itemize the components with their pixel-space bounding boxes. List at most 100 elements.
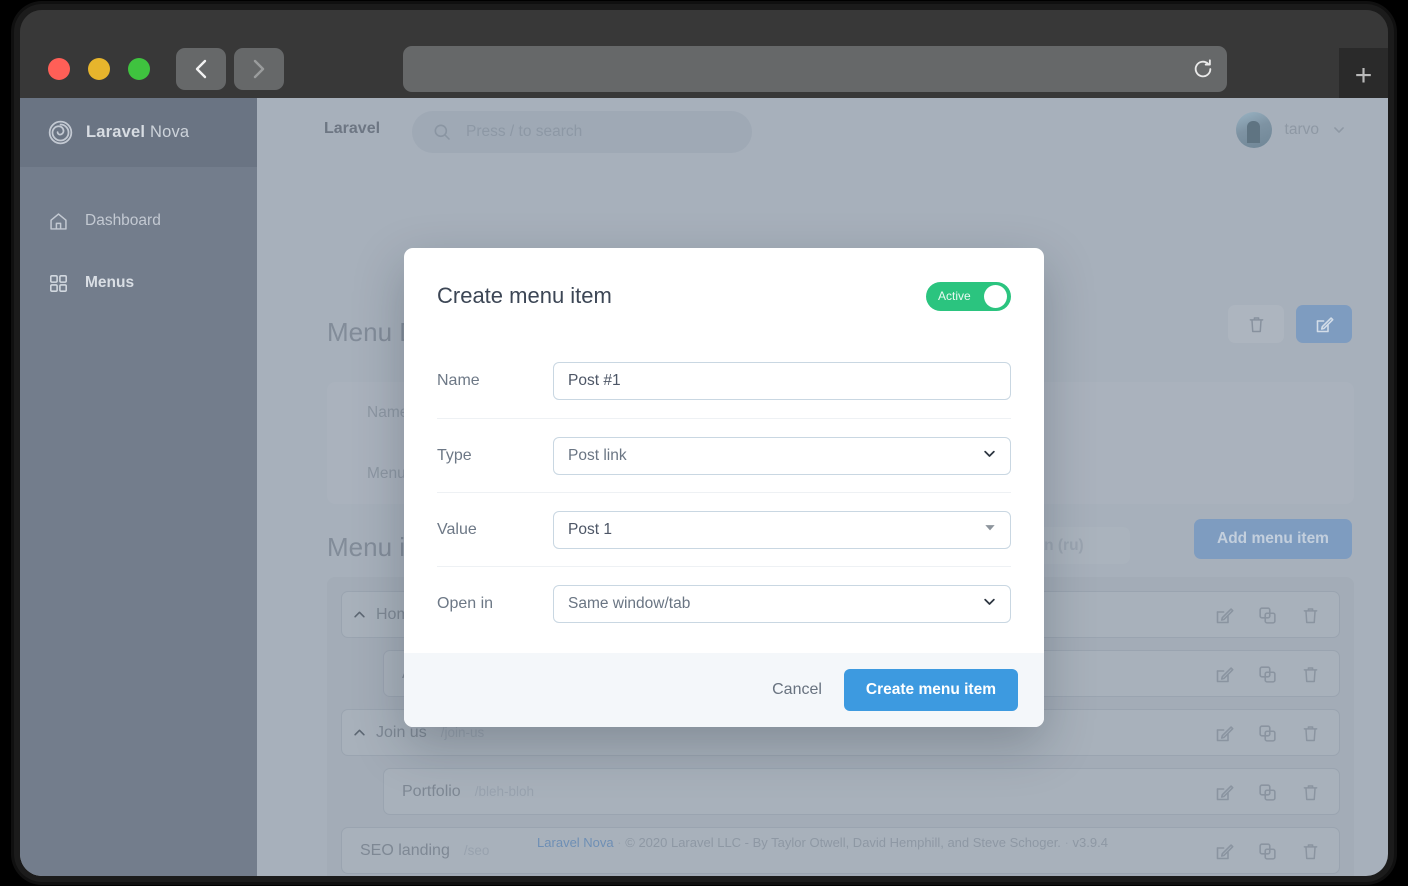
address-bar[interactable] — [403, 46, 1227, 92]
reload-icon — [1194, 59, 1212, 78]
search-input[interactable]: Press / to search — [412, 111, 752, 153]
window-minimize-button[interactable] — [88, 58, 110, 80]
chevron-down-icon — [982, 594, 997, 614]
brand-text: Laravel Nova — [86, 123, 189, 142]
browser-back-button[interactable] — [176, 48, 226, 90]
field-row-type: Type Post link — [437, 418, 1011, 492]
brand-light: Nova — [145, 123, 190, 141]
chevron-down-icon — [1334, 127, 1344, 133]
row-actions — [1214, 651, 1321, 698]
modal-header: Create menu item Active — [404, 248, 1044, 344]
row-actions — [1214, 592, 1321, 639]
name-input[interactable]: Post #1 — [553, 362, 1011, 400]
duplicate-icon[interactable] — [1257, 664, 1278, 685]
chevron-right-icon — [253, 59, 265, 79]
chevron-left-icon — [195, 59, 207, 79]
footer-copyright: © 2020 Laravel LLC - By Taylor Otwell, D… — [625, 835, 1061, 850]
avatar — [1235, 112, 1272, 148]
footer-link[interactable]: Laravel Nova — [537, 835, 614, 850]
field-row-open-in: Open in Same window/tab — [437, 566, 1011, 640]
footer: Laravel Nova · © 2020 Laravel LLC - By T… — [257, 835, 1388, 850]
field-row-value: Value Post 1 — [437, 492, 1011, 566]
table-row[interactable]: Portfolio /bleh-bloh — [383, 768, 1340, 815]
trash-icon[interactable] — [1300, 782, 1321, 803]
sidebar: Laravel Nova Dashboard Menus — [20, 98, 257, 876]
duplicate-icon[interactable] — [1257, 723, 1278, 744]
detail-label: Menu — [367, 464, 406, 482]
brand-bold: Laravel — [86, 123, 146, 141]
field-label: Type — [437, 446, 472, 464]
item-slug: /bleh-bloh — [474, 784, 534, 799]
row-caret[interactable] — [342, 725, 376, 740]
add-menu-item-button[interactable]: Add menu item — [1194, 519, 1352, 559]
trash-icon[interactable] — [1300, 723, 1321, 744]
field-value: Post link — [568, 446, 627, 464]
active-toggle[interactable]: Active — [926, 281, 1011, 311]
tenant-name: Laravel — [324, 120, 381, 137]
value-select[interactable]: Post 1 — [553, 510, 1011, 549]
field-value: Post 1 — [568, 520, 612, 538]
footer-version: v3.9.4 — [1072, 835, 1108, 850]
create-menu-item-button[interactable]: Create menu item — [843, 669, 1018, 711]
window-maximize-button[interactable] — [128, 58, 150, 80]
sidebar-item-menus[interactable]: Menus — [20, 261, 257, 305]
create-menu-item-modal: Create menu item Active Name Post #1 Typ… — [404, 248, 1044, 727]
row-actions — [1214, 769, 1321, 816]
field-value: Same window/tab — [568, 594, 691, 612]
nova-spiral-icon — [48, 120, 73, 145]
footer-separator: · — [1064, 835, 1069, 850]
field-label: Name — [437, 372, 480, 389]
search-placeholder: Press / to search — [466, 123, 583, 140]
open-in-select[interactable]: Same window/tab — [553, 584, 1011, 623]
row-caret[interactable] — [342, 607, 376, 622]
user-menu[interactable]: tarvo — [1235, 112, 1346, 148]
type-select[interactable]: Post link — [553, 436, 1011, 475]
brand-logo[interactable]: Laravel Nova — [20, 98, 257, 167]
chevron-down-icon — [982, 446, 997, 466]
item-name: Portfolio — [402, 782, 461, 800]
browser-forward-button[interactable] — [234, 48, 284, 90]
pencil-square-icon[interactable] — [1214, 723, 1235, 744]
chevron-up-icon — [353, 729, 365, 736]
new-tab-label: + — [1354, 59, 1373, 92]
topbar: Laravel Press / to search tarvo — [257, 98, 1388, 167]
delete-resource-button[interactable] — [1228, 305, 1284, 343]
item-slug: /join-us — [440, 725, 485, 740]
modal-body: Name Post #1 Type Post link Value Post 1… — [404, 344, 1044, 640]
browser-chrome: + — [20, 10, 1388, 112]
sidebar-item-dashboard[interactable]: Dashboard — [20, 199, 257, 243]
trash-icon[interactable] — [1300, 605, 1321, 626]
trash-icon — [1249, 316, 1263, 332]
detail-label: Name — [367, 403, 409, 421]
duplicate-icon[interactable] — [1257, 605, 1278, 626]
duplicate-icon[interactable] — [1257, 782, 1278, 803]
pencil-square-icon[interactable] — [1214, 782, 1235, 803]
user-name: tarvo — [1284, 121, 1319, 138]
pencil-square-icon[interactable] — [1214, 664, 1235, 685]
home-icon — [50, 212, 67, 230]
field-label: Value — [437, 520, 477, 538]
grid-icon — [50, 274, 67, 292]
device-frame: + Laravel Nova Dashboard Menus Laravel P… — [20, 10, 1388, 876]
footer-separator: · — [617, 835, 622, 850]
triangle-down-icon — [983, 520, 997, 539]
sidebar-item-label: Menus — [85, 274, 135, 291]
field-value: Post #1 — [568, 372, 621, 389]
pencil-square-icon — [1316, 316, 1334, 332]
edit-resource-button[interactable] — [1296, 305, 1352, 343]
window-close-button[interactable] — [48, 58, 70, 80]
row-actions — [1214, 710, 1321, 757]
modal-title: Create menu item — [437, 283, 612, 308]
trash-icon[interactable] — [1300, 664, 1321, 685]
field-row-name: Name Post #1 — [437, 344, 1011, 418]
sidebar-item-label: Dashboard — [85, 212, 161, 229]
search-icon — [434, 124, 450, 140]
active-toggle-label: Active — [938, 289, 971, 303]
chevron-up-icon — [353, 611, 365, 618]
cancel-button[interactable]: Cancel — [772, 681, 822, 699]
page-viewport: Laravel Nova Dashboard Menus Laravel Pre… — [20, 98, 1388, 876]
reload-button[interactable] — [1191, 57, 1215, 81]
modal-footer: Cancel Create menu item — [404, 653, 1044, 727]
toggle-knob — [984, 284, 1007, 308]
pencil-square-icon[interactable] — [1214, 605, 1235, 626]
